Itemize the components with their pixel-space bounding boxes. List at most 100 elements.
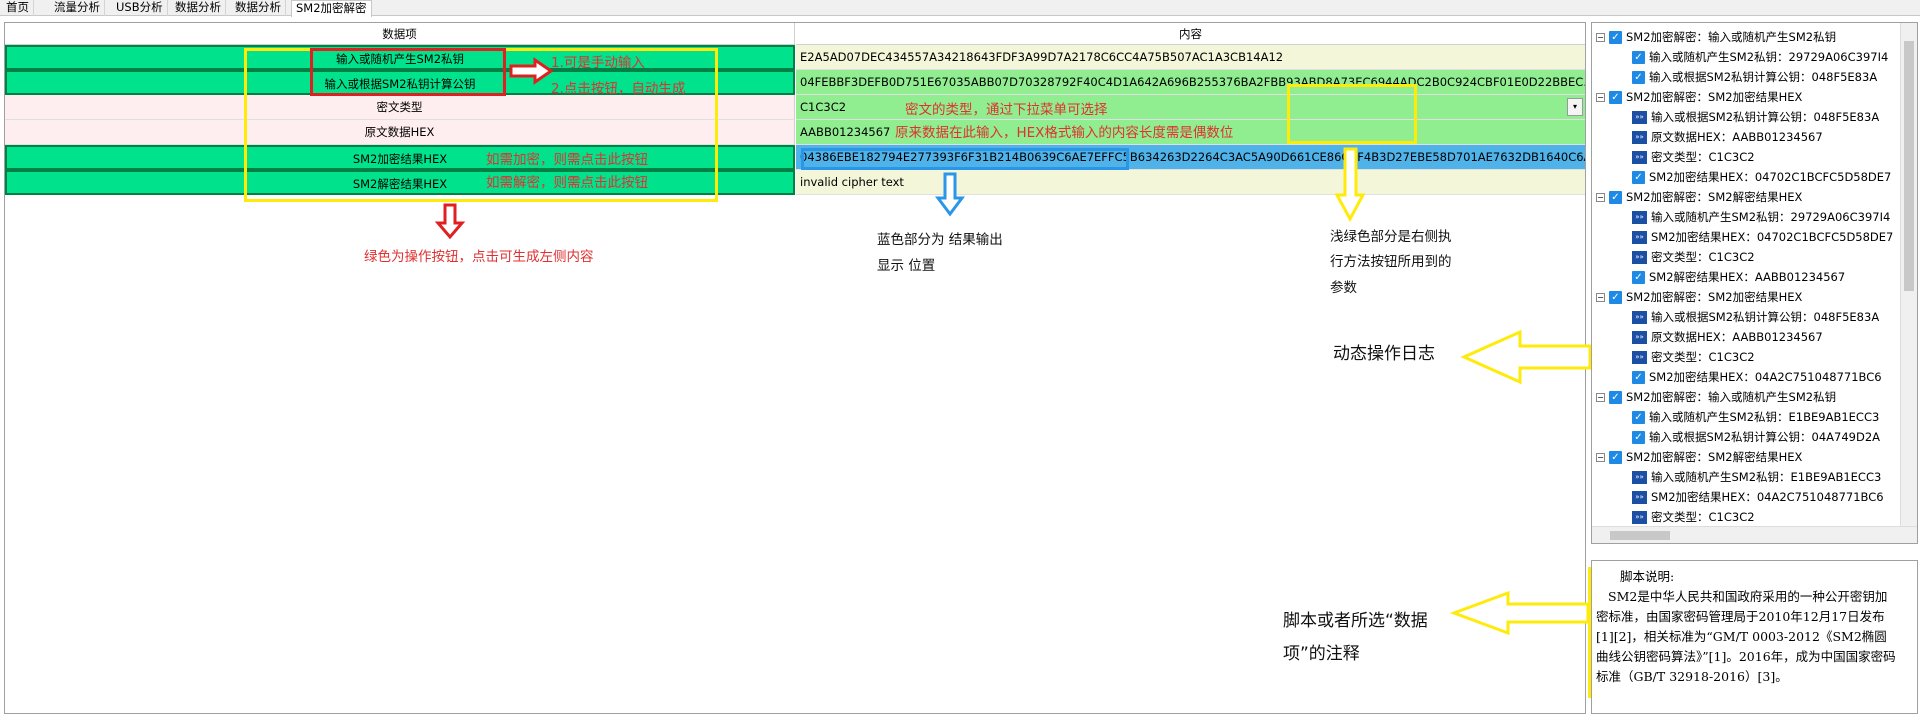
log-horizontal-scrollbar[interactable] <box>1592 526 1917 543</box>
collapse-icon[interactable]: − <box>1596 93 1605 102</box>
action-icon: »» <box>1632 231 1647 244</box>
private-key-field[interactable]: E2A5AD07DEC434557A34218643FDF3A99D7A2178… <box>796 45 1585 70</box>
column-header-content[interactable]: 内容 <box>796 23 1585 45</box>
public-key-field[interactable]: 04FEBBF3DEFB0D751E67035ABB07D70328792F40… <box>796 70 1585 95</box>
log-entry-text: SM2加密结果HEX：04A2C751048771BC6 <box>1651 490 1884 504</box>
log-entry-item[interactable]: ✓ SM2加密结果HEX：04702C1BCFC5D58DE7 <box>1632 167 1891 187</box>
checkbox-checked-icon[interactable]: ✓ <box>1609 451 1622 464</box>
log-entry-item[interactable]: ✓ 输入或根据SM2私钥计算公钥：048F5E83A <box>1632 67 1877 87</box>
yellow-left-arrow-icon-description <box>1449 590 1590 636</box>
action-icon: »» <box>1632 151 1647 164</box>
script-description-panel[interactable]: 脚本说明: SM2是中华人民共和国政府采用的一种公开密钥加密标准，由国家密码管理… <box>1591 560 1918 714</box>
annotation-green-buttons: 绿色为操作按钮，点击可生成左侧内容 <box>364 249 594 265</box>
log-group-item[interactable]: − ✓ SM2加密解密：SM2加密结果HEX <box>1596 87 1802 107</box>
checkbox-checked-icon[interactable]: ✓ <box>1609 391 1622 404</box>
log-entry-item[interactable]: »» 密文类型：C1C3C2 <box>1632 507 1755 527</box>
tab-home[interactable]: 首页 <box>2 0 34 16</box>
checkbox-checked-icon[interactable]: ✓ <box>1632 431 1645 444</box>
log-entry-item[interactable]: »» 输入或随机产生SM2私钥：E1BE9AB1ECC3 <box>1632 467 1881 487</box>
operation-log-tree[interactable]: − ✓ SM2加密解密：输入或随机产生SM2私钥 ✓ 输入或随机产生SM2私钥：2972… <box>1591 22 1918 544</box>
collapse-icon[interactable]: − <box>1596 453 1605 462</box>
log-entry-item[interactable]: ✓ SM2解密结果HEX：AABB01234567 <box>1632 267 1845 287</box>
annotation-blue-box-output <box>801 148 1129 170</box>
log-entry-item[interactable]: ✓ 输入或随机产生SM2私钥：29729A06C397I4 <box>1632 47 1888 67</box>
checkbox-checked-icon[interactable]: ✓ <box>1632 371 1645 384</box>
checkbox-checked-icon[interactable]: ✓ <box>1609 91 1622 104</box>
annotation-yellow-box-params <box>1287 84 1417 144</box>
annotation-lightgreen-3: 参数 <box>1330 280 1357 296</box>
log-entry-text: 输入或根据SM2私钥计算公钥：048F5E83A <box>1651 110 1880 124</box>
log-entry-text: 密文类型：C1C3C2 <box>1651 510 1755 524</box>
annotation-manual-input: 1.可是手动输入 <box>551 55 645 71</box>
action-icon: »» <box>1632 131 1647 144</box>
chevron-down-icon[interactable]: ▾ <box>1567 98 1583 116</box>
annotation-comment-1: 脚本或者所选“数据 <box>1283 611 1428 631</box>
log-entry-item[interactable]: ✓ SM2加密结果HEX：04A2C751048771BC6 <box>1632 367 1882 387</box>
action-icon: »» <box>1632 251 1647 264</box>
log-horizontal-scrollbar-thumb[interactable] <box>1610 531 1670 540</box>
log-vertical-scrollbar-thumb[interactable] <box>1904 41 1914 291</box>
collapse-icon[interactable]: − <box>1596 293 1605 302</box>
collapse-icon[interactable]: − <box>1596 33 1605 42</box>
log-entry-text: SM2加密解密：输入或随机产生SM2私钥 <box>1626 30 1837 44</box>
log-group-item[interactable]: − ✓ SM2加密解密：SM2加密结果HEX <box>1596 287 1802 307</box>
tab-usb-analysis[interactable]: USB分析 <box>112 0 168 16</box>
log-entry-item[interactable]: ✓ 输入或随机产生SM2私钥：E1BE9AB1ECC3 <box>1632 407 1879 427</box>
tab-data-analysis-2[interactable]: 数据分析 <box>231 0 286 16</box>
log-entry-text: 输入或根据SM2私钥计算公钥：04A749D2A <box>1649 430 1881 444</box>
column-header-item[interactable]: 数据项 <box>5 23 795 45</box>
log-entry-item[interactable]: »» 原文数据HEX：AABB01234567 <box>1632 327 1823 347</box>
log-entry-text: SM2加密解密：SM2加密结果HEX <box>1626 90 1803 104</box>
action-icon: »» <box>1632 351 1647 364</box>
log-entry-item[interactable]: »» 密文类型：C1C3C2 <box>1632 347 1755 367</box>
collapse-icon[interactable]: − <box>1596 193 1605 202</box>
log-group-item[interactable]: − ✓ SM2加密解密：SM2解密结果HEX <box>1596 447 1802 467</box>
checkbox-checked-icon[interactable]: ✓ <box>1609 31 1622 44</box>
checkbox-checked-icon[interactable]: ✓ <box>1609 191 1622 204</box>
tab-bar: 首页 流量分析 USB分析 数据分析 数据分析 SM2加密解密 <box>0 0 1920 17</box>
log-vertical-scrollbar[interactable] <box>1900 23 1917 543</box>
annotation-lightgreen-2: 行方法按钮所用到的 <box>1330 254 1452 270</box>
checkbox-checked-icon[interactable]: ✓ <box>1632 271 1645 284</box>
annotation-plain-hex: 原来数据在此输入，HEX格式输入的内容长度需是偶数位 <box>895 125 1234 141</box>
log-entry-item[interactable]: »» 输入或随机产生SM2私钥：29729A06C397I4 <box>1632 207 1890 227</box>
log-entry-text: SM2加密解密：输入或随机产生SM2私钥 <box>1626 390 1837 404</box>
collapse-icon[interactable]: − <box>1596 393 1605 402</box>
checkbox-checked-icon[interactable]: ✓ <box>1632 411 1645 424</box>
annotation-blue-output-2: 显示 位置 <box>877 258 936 274</box>
log-entry-text: 密文类型：C1C3C2 <box>1651 350 1755 364</box>
action-icon: »» <box>1632 471 1647 484</box>
log-entry-text: 原文数据HEX：AABB01234567 <box>1651 130 1823 144</box>
log-entry-text: 输入或随机产生SM2私钥：E1BE9AB1ECC3 <box>1649 410 1880 424</box>
checkbox-checked-icon[interactable]: ✓ <box>1609 291 1622 304</box>
blue-down-arrow-icon <box>935 172 965 217</box>
action-icon: »» <box>1632 511 1647 524</box>
log-entry-text: 原文数据HEX：AABB01234567 <box>1651 330 1823 344</box>
log-entry-item[interactable]: »» 密文类型：C1C3C2 <box>1632 147 1755 167</box>
log-entry-item[interactable]: »» 密文类型：C1C3C2 <box>1632 247 1755 267</box>
action-icon: »» <box>1632 331 1647 344</box>
log-group-item[interactable]: − ✓ SM2加密解密：SM2解密结果HEX <box>1596 187 1802 207</box>
checkbox-checked-icon[interactable]: ✓ <box>1632 71 1645 84</box>
tab-data-analysis-1[interactable]: 数据分析 <box>171 0 226 16</box>
log-entry-item[interactable]: »» SM2加密结果HEX：04702C1BCFC5D58DE7 <box>1632 227 1893 247</box>
log-group-item[interactable]: − ✓ SM2加密解密：输入或随机产生SM2私钥 <box>1596 27 1836 47</box>
tab-traffic-analysis[interactable]: 流量分析 <box>50 0 105 16</box>
grid-row-private-key: 输入或随机产生SM2私钥 E2A5AD07DEC434557A34218643F… <box>5 45 1585 70</box>
action-icon: »» <box>1632 211 1647 224</box>
log-entry-item[interactable]: »» 原文数据HEX：AABB01234567 <box>1632 127 1823 147</box>
yellow-left-arrow-icon-log <box>1460 329 1592 385</box>
log-entry-item[interactable]: ✓ 输入或根据SM2私钥计算公钥：04A749D2A <box>1632 427 1880 447</box>
annotation-encrypt: 如需加密，则需点击此按钮 <box>486 152 648 168</box>
log-entry-text: 输入或随机产生SM2私钥：29729A06C397I4 <box>1651 210 1891 224</box>
action-icon: »» <box>1632 111 1647 124</box>
tab-sm2-encrypt-decrypt[interactable]: SM2加密解密 <box>291 0 372 17</box>
checkbox-checked-icon[interactable]: ✓ <box>1632 171 1645 184</box>
log-group-item[interactable]: − ✓ SM2加密解密：输入或随机产生SM2私钥 <box>1596 387 1836 407</box>
log-entry-item[interactable]: »» 输入或根据SM2私钥计算公钥：048F5E83A <box>1632 107 1879 127</box>
checkbox-checked-icon[interactable]: ✓ <box>1632 51 1645 64</box>
script-description-body: SM2是中华人民共和国政府采用的一种公开密钥加密标准，由国家密码管理局于2010… <box>1596 589 1896 684</box>
decrypt-result-field[interactable]: invalid cipher text <box>796 170 1585 195</box>
log-entry-item[interactable]: »» 输入或根据SM2私钥计算公钥：048F5E83A <box>1632 307 1879 327</box>
log-entry-item[interactable]: »» SM2加密结果HEX：04A2C751048771BC6 <box>1632 487 1884 507</box>
